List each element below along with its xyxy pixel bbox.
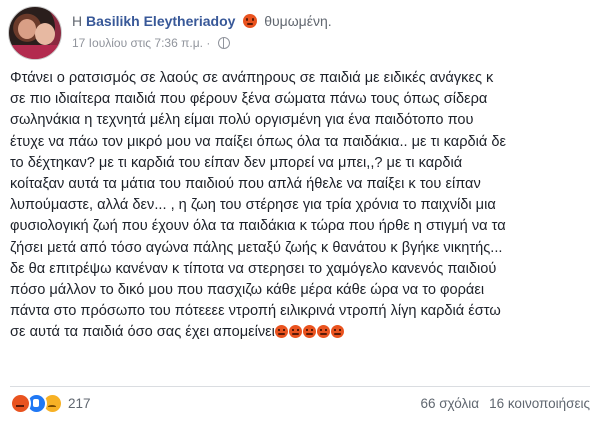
post-line: ζήσει μετά από τόσο αγώνα πάλης μεταξύ ζ…	[10, 239, 503, 256]
post-line: πάντα στο πρόσωπο του πότεεεε ντροπή ειλ…	[10, 303, 501, 320]
globe-icon[interactable]	[217, 37, 230, 49]
comments-count-link[interactable]: 66 σχόλια	[420, 396, 479, 411]
avatar-face-left	[18, 19, 36, 39]
author-name-link[interactable]: Basilikh Eleytheriadoy	[86, 13, 235, 29]
post-header: Η Basilikh Eleytheriadoy θυμωμένη. 17 Ιο…	[8, 6, 332, 60]
post-footer: 217 66 σχόλια 16 κοινοποιήσεις	[10, 392, 590, 414]
angry-icon	[10, 392, 31, 414]
post-last-line: σε αυτά τα παιδιά όσο σας έχει απομείνει	[10, 322, 592, 345]
avatar[interactable]	[8, 6, 62, 60]
post-line: δε θα επιτρέψω κανέναν κ τίποτα να στερη…	[10, 260, 497, 277]
post-line: λυπούμαστε, αλλά δεν... , η ζωη του στέρ…	[10, 197, 496, 214]
timestamp-separator: ·	[206, 36, 211, 50]
reactions-summary[interactable]: 217	[10, 392, 91, 414]
post-line: πόσο μάλλον το δικό μου που πασχιζω κάθε…	[10, 282, 485, 299]
author-prefix: Η	[72, 13, 83, 29]
angry-emoji	[302, 325, 316, 339]
angry-emoji	[288, 325, 302, 339]
author-line: Η Basilikh Eleytheriadoy θυμωμένη.	[72, 12, 332, 30]
avatar-shirt	[9, 45, 61, 59]
reaction-count[interactable]: 217	[68, 396, 91, 411]
post-line: σε αυτά τα παιδιά όσο σας έχει απομείνει	[10, 324, 275, 341]
angry-emoji	[274, 325, 288, 339]
timestamp-line: 17 Ιουλίου στις 7:36 π.μ. ·	[72, 36, 332, 50]
avatar-face-right	[35, 23, 55, 45]
post-line: σε πιο ιδιαίτερα παιδιά που φέρουν ξένα …	[10, 91, 488, 108]
footer-divider	[10, 386, 590, 387]
post-timestamp[interactable]: 17 Ιουλίου στις 7:36 π.μ.	[72, 36, 203, 50]
angry-emoji-row	[274, 324, 345, 345]
post-line: σωληνάκια η τεχνητά μέλη είμαι πολύ οργι…	[10, 112, 474, 129]
post-line: το δέχτηκαν? με τι καρδιά του είπαν δεν …	[10, 154, 463, 171]
angry-feeling-icon	[243, 14, 258, 28]
shares-count-link[interactable]: 16 κοινοποιήσεις	[489, 396, 590, 411]
post-line: έτυχε να πάω τον μικρό μου να παίξει όπω…	[10, 133, 507, 150]
angry-emoji	[330, 325, 344, 339]
angry-emoji	[316, 325, 330, 339]
post-line: φυσιολογική ζωή που έχουν όλα τα παιδάκι…	[10, 218, 506, 235]
post-line: Φτάνει ο ρατσισμός σε λαούς σε ανάπηρους…	[10, 70, 494, 86]
facebook-post: Η Basilikh Eleytheriadoy θυμωμένη. 17 Ιο…	[0, 0, 600, 425]
post-body: Φτάνει ο ρατσισμός σε λαούς σε ανάπηρους…	[10, 68, 592, 346]
post-line: κοίταξαν αυτά τα μάτια του παιδιού που α…	[10, 176, 481, 193]
feeling-label: θυμωμένη.	[264, 13, 332, 29]
post-meta: Η Basilikh Eleytheriadoy θυμωμένη. 17 Ιο…	[72, 12, 332, 50]
